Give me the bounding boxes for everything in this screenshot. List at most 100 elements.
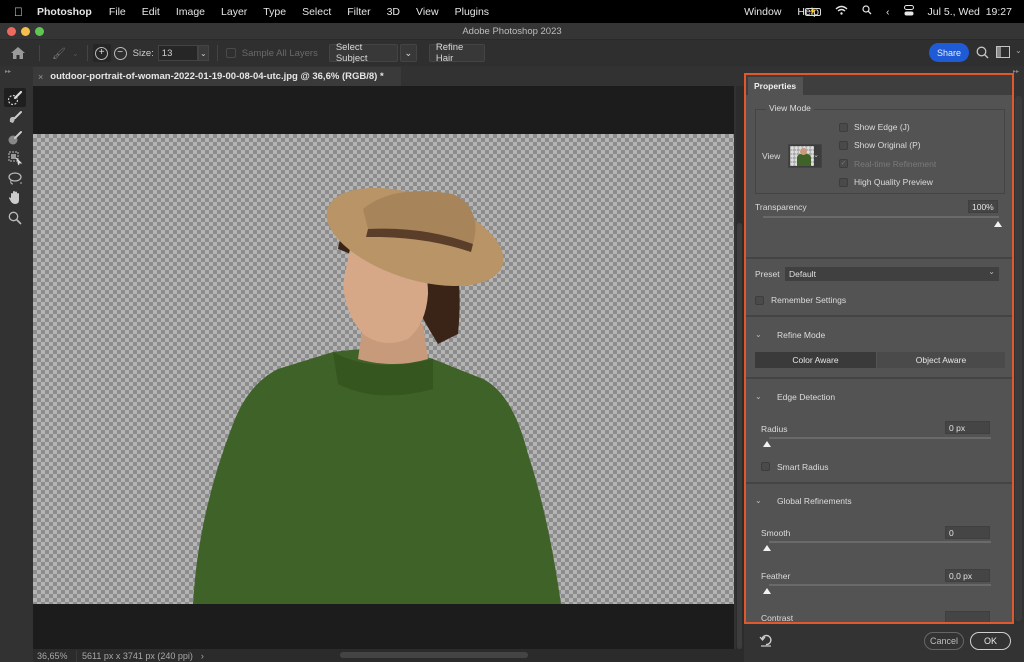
divider [746,315,1012,317]
chevron-left-icon[interactable]: ‹ [886,6,890,18]
smooth-label: Smooth [761,528,791,538]
collapse-edge-detection-icon[interactable]: ⌄ [755,392,762,401]
smooth-slider-track[interactable] [769,541,991,543]
divider [746,257,1012,259]
zoom-level[interactable]: 36,65% [37,651,73,661]
smooth-slider-thumb[interactable] [763,545,771,551]
panel-collapse-icon[interactable]: ▸▸ [1013,68,1019,75]
lasso-tool[interactable] [4,168,26,187]
smooth-input[interactable]: 0 [945,526,990,539]
divider [746,377,1012,379]
menu-app-name[interactable]: Photoshop [37,6,92,18]
panel-scrollbar[interactable] [1015,96,1022,621]
horizontal-scrollbar-thumb[interactable] [340,652,528,658]
vertical-scrollbar[interactable] [736,86,744,649]
status-menu-arrow[interactable]: › [201,651,204,661]
spotlight-search-icon[interactable] [862,5,872,18]
document-tab[interactable]: × outdoor-portrait-of-woman-2022-01-19-0… [33,67,401,86]
select-subject-dropdown[interactable]: ⌄ [399,44,417,62]
object-selection-tool[interactable] [4,148,26,167]
menu-filter[interactable]: Filter [347,6,370,18]
image-canvas[interactable] [33,134,734,604]
sample-all-layers-checkbox[interactable] [225,48,236,58]
refine-hair-button[interactable]: Refine Hair [428,42,485,64]
refine-edge-properties-panel: Properties View Mode View ⌄ Show Edge (J… [744,73,1014,624]
toolbar-collapse-icon[interactable]: ▸▸ [5,68,11,75]
document-dimensions: 5611 px x 3741 px (240 ppi) [82,650,193,661]
chevron-down-icon[interactable]: ⌄ [813,151,819,159]
menu-image[interactable]: Image [176,6,205,18]
select-subject-button[interactable]: Select Subject [328,42,398,64]
subtract-from-selection-button[interactable]: − [113,46,127,60]
menu-plugins[interactable]: Plugins [455,6,489,18]
workspace-layout-icon[interactable] [996,46,1010,58]
control-center-icon[interactable] [903,4,914,19]
size-input[interactable]: 13 [157,45,198,61]
workspace-dropdown-icon[interactable]: ⌄ [1015,46,1022,55]
menu-select[interactable]: Select [302,6,331,18]
realtime-refinement-label: Real-time Refinement [854,159,937,169]
menu-edit[interactable]: Edit [142,6,160,18]
share-button[interactable]: Share [929,43,969,62]
transparency-slider-track[interactable] [763,216,999,218]
options-bar: 🖌 ⌄ + − Size: 13 ⌄ Sample All Layers Sel… [0,40,1024,66]
apple-icon[interactable]:  [14,5,23,19]
hand-tool[interactable] [4,188,26,207]
feather-label: Feather [761,571,791,581]
brush-tool[interactable] [4,128,26,147]
refine-edge-brush-tool[interactable] [4,108,26,127]
canvas-area[interactable] [33,86,734,649]
smart-radius-checkbox[interactable] [761,462,770,471]
view-mode-thumbnail[interactable]: ⌄ [788,144,822,168]
menubar-clock[interactable]: Jul 5., Wed 19:27 [928,6,1012,18]
feather-input[interactable]: 0,0 px [945,569,990,582]
global-refinements-title[interactable]: Global Refinements [777,496,852,506]
reset-icon[interactable] [759,633,773,652]
collapse-global-refinements-icon[interactable]: ⌄ [755,496,762,505]
cancel-button[interactable]: Cancel [924,632,964,650]
remember-settings-checkbox[interactable] [755,296,764,305]
refine-mode-color-aware[interactable]: Color Aware [755,352,876,368]
show-original-checkbox[interactable] [839,141,848,150]
feather-slider-track[interactable] [769,584,991,586]
show-edge-checkbox[interactable] [839,123,848,132]
transparency-slider-thumb[interactable] [994,221,1002,227]
edge-detection-title[interactable]: Edge Detection [777,392,835,402]
battery-icon[interactable]: ⚡ [805,7,822,16]
menu-3d[interactable]: 3D [387,6,400,18]
collapse-refine-mode-icon[interactable]: ⌄ [755,330,762,339]
contrast-label: Contrast [761,613,794,623]
contrast-input[interactable] [945,611,990,622]
tab-properties[interactable]: Properties [748,77,803,95]
wifi-icon[interactable] [835,5,848,18]
menu-type[interactable]: Type [263,6,286,18]
ok-button[interactable]: OK [970,632,1011,650]
search-icon[interactable] [976,46,989,62]
menu-view[interactable]: View [416,6,439,18]
refine-mode-title[interactable]: Refine Mode [777,330,825,340]
quick-selection-tool[interactable] [4,88,26,107]
zoom-tool[interactable] [4,208,26,227]
vertical-scrollbar-thumb[interactable] [737,223,742,649]
quick-selection-preset-icon[interactable]: 🖌 [52,47,66,60]
chevron-down-icon: ⌄ [988,267,995,276]
add-to-selection-button[interactable]: + [92,44,111,62]
feather-slider-thumb[interactable] [763,588,771,594]
refine-mode-object-aware[interactable]: Object Aware [877,352,1005,368]
window-title: Adobe Photoshop 2023 [462,26,562,37]
close-document-icon[interactable]: × [38,72,43,82]
menu-file[interactable]: File [109,6,126,18]
menu-layer[interactable]: Layer [221,6,247,18]
chevron-down-icon[interactable]: ⌄ [72,49,79,58]
menu-window[interactable]: Window [744,6,781,18]
radius-input[interactable]: 0 px [945,421,990,434]
high-quality-preview-checkbox[interactable] [839,178,848,187]
preset-dropdown[interactable]: Default ⌄ [785,267,999,281]
transparency-input[interactable]: 100% [968,200,998,213]
radius-slider-track[interactable] [769,437,991,439]
radius-slider-thumb[interactable] [763,441,771,447]
size-dropdown-button[interactable]: ⌄ [197,45,209,61]
home-icon[interactable] [11,46,27,60]
show-edge-label: Show Edge (J) [854,122,910,132]
view-label: View [762,151,781,161]
